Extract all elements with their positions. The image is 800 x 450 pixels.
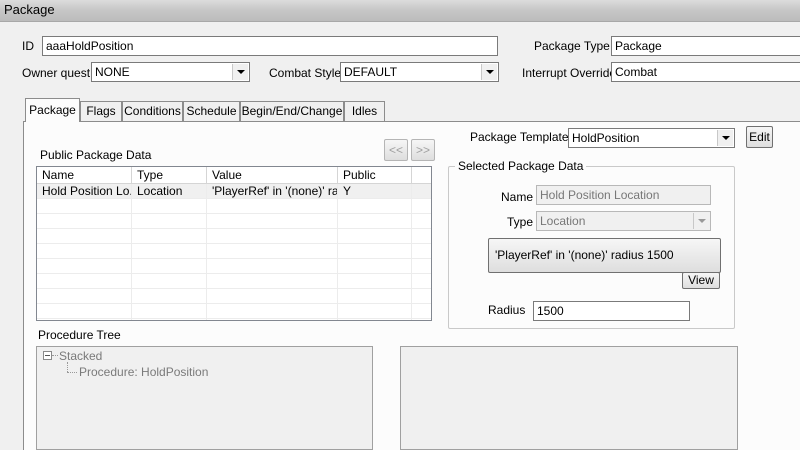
selected-type-select: Location <box>536 211 711 231</box>
chevron-down-icon[interactable] <box>232 64 248 80</box>
selected-type-value: Location <box>540 214 586 228</box>
tab-conditions[interactable]: Conditions <box>122 101 183 121</box>
chevron-down-icon[interactable] <box>717 130 733 146</box>
tab-begin-end-change[interactable]: Begin/End/Change <box>240 101 344 121</box>
collapse-icon[interactable] <box>43 351 52 360</box>
table-row-empty <box>37 304 431 319</box>
chevron-down-icon <box>693 213 709 229</box>
cell-public: Y <box>343 184 352 198</box>
column-divider <box>411 184 412 320</box>
table-row-empty <box>37 259 431 274</box>
table-row[interactable]: Hold Position Lo... Location 'PlayerRef'… <box>37 184 431 199</box>
owner-quest-select[interactable]: NONE <box>91 62 250 82</box>
owner-quest-value: NONE <box>95 65 130 79</box>
public-data-table: Name Type Value Public Hold Position Lo.… <box>36 166 432 321</box>
package-template-select[interactable]: HoldPosition <box>568 128 735 148</box>
column-header-value[interactable]: Value <box>207 167 338 184</box>
selected-package-data-title: Selected Package Data <box>455 159 587 173</box>
column-header-name[interactable]: Name <box>37 167 132 184</box>
package-type-label: Package Type <box>534 39 610 53</box>
package-template-label: Package Template <box>470 130 569 144</box>
location-button[interactable]: 'PlayerRef' in '(none)' radius 1500 <box>488 238 721 273</box>
combat-style-value: DEFAULT <box>344 65 398 79</box>
table-row-empty <box>37 289 431 304</box>
prev-button[interactable]: << <box>384 139 408 161</box>
edit-button[interactable]: Edit <box>746 126 773 148</box>
chevron-down-icon[interactable] <box>481 64 497 80</box>
package-type-field[interactable]: Package <box>611 36 800 56</box>
column-header-public[interactable]: Public <box>338 167 412 184</box>
interrupt-override-field[interactable]: Combat <box>611 62 800 82</box>
procedure-tree-label: Procedure Tree <box>38 328 121 342</box>
id-label: ID <box>22 39 34 53</box>
combat-style-label: Combat Style <box>269 66 342 80</box>
column-divider <box>206 184 207 320</box>
tab-flags[interactable]: Flags <box>80 101 122 121</box>
tree-connector <box>67 372 77 374</box>
column-header-type[interactable]: Type <box>132 167 207 184</box>
id-input[interactable]: aaaHoldPosition <box>42 36 498 56</box>
column-divider <box>131 184 132 320</box>
tree-connector <box>67 362 69 372</box>
package-template-value: HoldPosition <box>572 131 640 145</box>
cell-value: 'PlayerRef' in '(none)' ra... <box>212 184 338 198</box>
tab-schedule[interactable]: Schedule <box>183 101 240 121</box>
owner-quest-label: Owner quest <box>22 66 91 80</box>
column-divider <box>337 184 338 320</box>
table-row-empty <box>37 229 431 244</box>
tab-package[interactable]: Package <box>25 98 80 122</box>
tab-idles[interactable]: Idles <box>344 101 385 121</box>
title-bar: Package <box>0 0 800 22</box>
cell-name: Hold Position Lo... <box>42 184 132 198</box>
table-row-empty <box>37 274 431 289</box>
tree-connector <box>52 355 58 357</box>
radius-label: Radius <box>488 303 526 317</box>
table-row-empty <box>37 244 431 259</box>
table-row-empty <box>37 199 431 214</box>
selected-type-label: Type <box>507 215 534 229</box>
view-button[interactable]: View <box>682 272 720 289</box>
tree-node-procedure[interactable]: Procedure: HoldPosition <box>79 365 208 379</box>
interrupt-override-label: Interrupt Override <box>522 66 617 80</box>
public-package-data-label: Public Package Data <box>40 148 152 162</box>
selected-name-label: Name <box>501 190 534 204</box>
tree-node-stacked[interactable]: Stacked <box>59 349 102 363</box>
selected-name-field: Hold Position Location <box>536 185 711 205</box>
window-title: Package <box>4 2 55 17</box>
radius-input[interactable]: 1500 <box>533 301 690 321</box>
combat-style-select[interactable]: DEFAULT <box>340 62 499 82</box>
cell-type: Location <box>137 184 183 198</box>
table-row-empty <box>37 214 431 229</box>
procedure-details-panel <box>400 346 738 450</box>
column-header-spacer <box>412 167 431 184</box>
next-button[interactable]: >> <box>411 139 435 161</box>
